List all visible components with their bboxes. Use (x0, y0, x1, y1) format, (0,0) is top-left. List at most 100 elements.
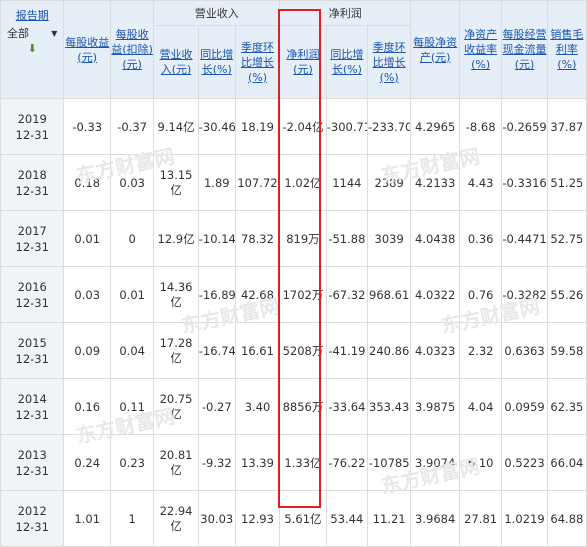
eps-cell: 0.16 (63, 378, 111, 435)
revenue-cell: 20.75亿 (153, 378, 199, 435)
roe-cell: 27.81 (458, 490, 503, 547)
gross-margin-header[interactable]: 销售毛利率(%) (546, 0, 587, 99)
profit-yoy-header-link[interactable]: 同比增长(%) (330, 48, 363, 76)
eps-deducted-cell: 0.04 (109, 322, 155, 379)
revenue-group-title: 营业收入 (194, 6, 239, 20)
gross-margin-cell: 55.26 (546, 266, 587, 323)
gross-margin-cell: 51.25 (546, 154, 587, 211)
gross-margin-cell: 62.35 (546, 378, 587, 435)
period-md: 12-31 (15, 239, 49, 254)
period-cell: 2016 12-31 (0, 266, 65, 323)
period-cell: 2013 12-31 (0, 434, 65, 491)
eps-header-link[interactable]: 每股收益(元) (65, 36, 109, 64)
period-header: 报告期 全部 ▼ ⬇ (0, 0, 65, 99)
eps-cell: -0.33 (63, 98, 111, 155)
revenue-yoy-header-link[interactable]: 同比增长(%) (200, 48, 233, 76)
table-row: 2017 12-31 0.01 0 12.9亿 -10.14 78.32 819万… (0, 210, 587, 267)
net-profit-cell: -2.04亿 (279, 98, 327, 155)
revenue-header[interactable]: 营业收入(元) (153, 25, 199, 99)
profit-qoq-header-link[interactable]: 季度环比增长(%) (373, 41, 406, 84)
ocf-cell: -0.3316 (501, 154, 548, 211)
period-year: 2015 (17, 335, 47, 350)
bvps-cell: 4.0322 (410, 266, 460, 323)
bvps-header[interactable]: 每股净资产(元) (410, 0, 460, 99)
eps-cell: 0.03 (63, 266, 111, 323)
period-cell: 2015 12-31 (0, 322, 65, 379)
ocf-header[interactable]: 每股经营现金流量(元) (501, 0, 548, 99)
eps-deducted-header[interactable]: 每股收益(扣除)(元) (109, 0, 155, 99)
profit-qoq-cell: -233.70 (366, 98, 412, 155)
period-filter-select[interactable]: 全部 ▼ (7, 26, 57, 40)
revenue-qoq-cell: 78.32 (234, 210, 281, 267)
revenue-qoq-header-link[interactable]: 季度环比增长(%) (241, 41, 274, 84)
eps-deducted-cell: 0.23 (109, 434, 155, 491)
net-profit-header-link[interactable]: 净利润(元) (286, 48, 319, 76)
revenue-qoq-header[interactable]: 季度环比增长(%) (234, 25, 281, 99)
ocf-header-link[interactable]: 每股经营现金流量(元) (503, 28, 546, 71)
eps-deducted-cell: -0.37 (109, 98, 155, 155)
period-md: 12-31 (15, 295, 49, 310)
revenue-yoy-cell: -10.14 (197, 210, 236, 267)
roe-cell: 4.43 (458, 154, 503, 211)
profit-yoy-cell: -41.19 (325, 322, 368, 379)
period-cell: 2012 12-31 (0, 490, 65, 547)
period-sort-link[interactable]: 报告期 (2, 8, 63, 23)
eps-deducted-cell: 0 (109, 210, 155, 267)
net-profit-header[interactable]: 净利润(元) (279, 25, 327, 99)
net-profit-cell: 1702万 (279, 266, 327, 323)
net-profit-cell: 5208万 (279, 322, 327, 379)
profit-yoy-cell: 53.44 (325, 490, 368, 547)
profit-qoq-cell: -10785 (366, 434, 412, 491)
ocf-cell: -0.4471 (501, 210, 548, 267)
eps-deducted-cell: 0.03 (109, 154, 155, 211)
gross-margin-header-link[interactable]: 销售毛利率(%) (550, 28, 583, 71)
period-md: 12-31 (15, 519, 49, 534)
revenue-cell: 13.15亿 (153, 154, 199, 211)
gross-margin-cell: 37.87 (546, 98, 587, 155)
roe-cell: 2.32 (458, 322, 503, 379)
roe-cell: 4.04 (458, 378, 503, 435)
ocf-cell: -0.2659 (501, 98, 548, 155)
period-md: 12-31 (15, 183, 49, 198)
eps-deducted-header-link[interactable]: 每股收益(扣除)(元) (111, 28, 152, 71)
period-cell: 2019 12-31 (0, 98, 65, 155)
revenue-cell: 12.9亿 (153, 210, 199, 267)
revenue-header-link[interactable]: 营业收入(元) (160, 48, 193, 76)
profit-yoy-cell: -67.32 (325, 266, 368, 323)
roe-header-link[interactable]: 净资产收益率(%) (464, 28, 497, 71)
ocf-cell: 0.6363 (501, 322, 548, 379)
profit-yoy-header[interactable]: 同比增长(%) (325, 25, 368, 99)
chevron-down-icon: ▼ (51, 28, 58, 38)
profit-qoq-cell: 2389 (366, 154, 412, 211)
revenue-cell: 17.28亿 (153, 322, 199, 379)
table-row: 2012 12-31 1.01 1 22.94亿 30.03 12.93 5.61… (0, 490, 587, 547)
period-md: 12-31 (15, 407, 49, 422)
eps-header[interactable]: 每股收益(元) (63, 0, 111, 99)
revenue-qoq-cell: 16.61 (234, 322, 281, 379)
sort-down-arrow-icon[interactable]: ⬇ (2, 41, 63, 56)
revenue-yoy-header[interactable]: 同比增长(%) (197, 25, 236, 99)
revenue-qoq-cell: 107.72 (234, 154, 281, 211)
profit-qoq-cell: 353.43 (366, 378, 412, 435)
period-md: 12-31 (15, 127, 49, 142)
table-row: 2019 12-31 -0.33 -0.37 9.14亿 -30.46 18.19… (0, 98, 587, 155)
bvps-cell: 3.9875 (410, 378, 460, 435)
period-year: 2016 (17, 279, 47, 294)
revenue-qoq-cell: 42.68 (234, 266, 281, 323)
ocf-cell: 1.0219 (501, 490, 548, 547)
profit-qoq-cell: 240.86 (366, 322, 412, 379)
profit-yoy-cell: -76.22 (325, 434, 368, 491)
revenue-qoq-cell: 12.93 (234, 490, 281, 547)
gross-margin-cell: 59.58 (546, 322, 587, 379)
roe-header[interactable]: 净资产收益率(%) (458, 0, 503, 99)
eps-deducted-cell: 0.11 (109, 378, 155, 435)
period-year: 2017 (17, 223, 47, 238)
roe-cell: 0.36 (458, 210, 503, 267)
eps-cell: 1.01 (63, 490, 111, 547)
revenue-yoy-cell: -30.46 (197, 98, 236, 155)
revenue-yoy-cell: -16.74 (197, 322, 236, 379)
eps-cell: 0.18 (63, 154, 111, 211)
roe-cell: 6.10 (458, 434, 503, 491)
profit-qoq-header[interactable]: 季度环比增长(%) (366, 25, 412, 99)
bvps-header-link[interactable]: 每股净资产(元) (413, 36, 457, 64)
